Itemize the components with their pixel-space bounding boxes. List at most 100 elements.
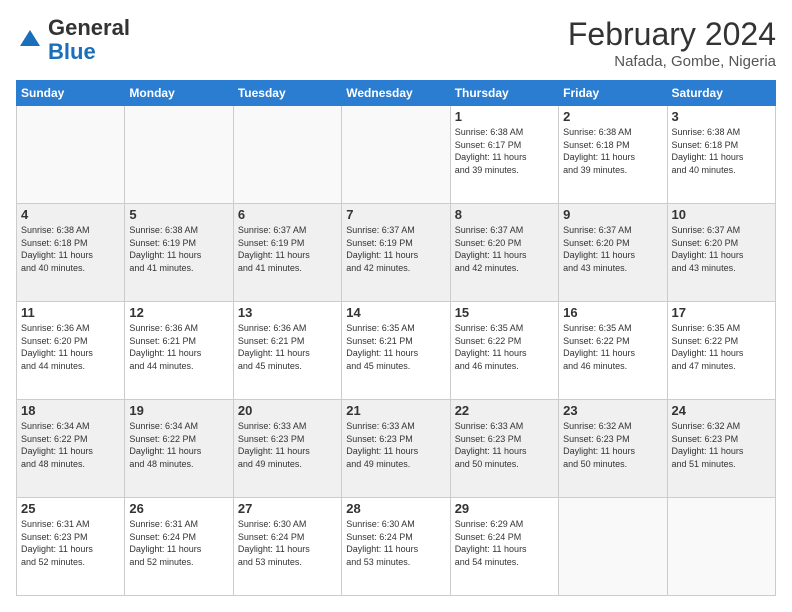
day-info: Sunrise: 6:36 AM Sunset: 6:20 PM Dayligh… (21, 322, 120, 372)
day-info: Sunrise: 6:33 AM Sunset: 6:23 PM Dayligh… (238, 420, 337, 470)
day-info: Sunrise: 6:31 AM Sunset: 6:23 PM Dayligh… (21, 518, 120, 568)
calendar-cell (125, 106, 233, 204)
day-number: 5 (129, 207, 228, 222)
day-number: 24 (672, 403, 771, 418)
day-number: 9 (563, 207, 662, 222)
day-number: 6 (238, 207, 337, 222)
calendar-cell (342, 106, 450, 204)
day-info: Sunrise: 6:33 AM Sunset: 6:23 PM Dayligh… (455, 420, 554, 470)
calendar-cell: 10 Sunrise: 6:37 AM Sunset: 6:20 PM Dayli… (667, 204, 775, 302)
logo-icon (16, 26, 44, 54)
calendar-cell: 21Sunrise: 6:33 AM Sunset: 6:23 PM Dayli… (342, 400, 450, 498)
day-number: 19 (129, 403, 228, 418)
calendar-day-header: Wednesday (342, 81, 450, 106)
calendar-week-row: 4 Sunrise: 6:38 AM Sunset: 6:18 PM Daylig… (17, 204, 776, 302)
day-info: Sunrise: 6:38 AM Sunset: 6:18 PM Dayligh… (672, 126, 771, 176)
calendar-cell (233, 106, 341, 204)
calendar-day-header: Thursday (450, 81, 558, 106)
day-number: 16 (563, 305, 662, 320)
day-info: Sunrise: 6:38 AM Sunset: 6:19 PM Dayligh… (129, 224, 228, 274)
day-number: 13 (238, 305, 337, 320)
day-number: 17 (672, 305, 771, 320)
day-number: 3 (672, 109, 771, 124)
day-number: 22 (455, 403, 554, 418)
day-info: Sunrise: 6:30 AM Sunset: 6:24 PM Dayligh… (346, 518, 445, 568)
calendar-cell: 16 Sunrise: 6:35 AM Sunset: 6:22 PM Dayli… (559, 302, 667, 400)
day-info: Sunrise: 6:32 AM Sunset: 6:23 PM Dayligh… (563, 420, 662, 470)
day-number: 20 (238, 403, 337, 418)
calendar-cell: 26 Sunrise: 6:31 AM Sunset: 6:24 PM Dayli… (125, 498, 233, 596)
calendar-cell: 8Sunrise: 6:37 AM Sunset: 6:20 PM Daylig… (450, 204, 558, 302)
day-number: 10 (672, 207, 771, 222)
day-number: 27 (238, 501, 337, 516)
calendar-cell (559, 498, 667, 596)
day-info: Sunrise: 6:35 AM Sunset: 6:22 PM Dayligh… (672, 322, 771, 372)
day-number: 11 (21, 305, 120, 320)
calendar-cell: 14 Sunrise: 6:35 AM Sunset: 6:21 PM Dayli… (342, 302, 450, 400)
day-number: 8 (455, 207, 554, 222)
day-number: 12 (129, 305, 228, 320)
day-info: Sunrise: 6:31 AM Sunset: 6:24 PM Dayligh… (129, 518, 228, 568)
calendar-cell: 11 Sunrise: 6:36 AM Sunset: 6:20 PM Dayli… (17, 302, 125, 400)
calendar-cell: 13 Sunrise: 6:36 AM Sunset: 6:21 PM Dayli… (233, 302, 341, 400)
day-number: 14 (346, 305, 445, 320)
day-info: Sunrise: 6:36 AM Sunset: 6:21 PM Dayligh… (238, 322, 337, 372)
day-info: Sunrise: 6:37 AM Sunset: 6:20 PM Dayligh… (563, 224, 662, 274)
calendar-cell: 9 Sunrise: 6:37 AM Sunset: 6:20 PM Daylig… (559, 204, 667, 302)
main-title: February 2024 (568, 16, 776, 53)
day-number: 29 (455, 501, 554, 516)
day-info: Sunrise: 6:36 AM Sunset: 6:21 PM Dayligh… (129, 322, 228, 372)
day-info: Sunrise: 6:35 AM Sunset: 6:22 PM Dayligh… (563, 322, 662, 372)
logo-blue-text: Blue (48, 39, 96, 64)
day-number: 4 (21, 207, 120, 222)
logo-general-text: General (48, 15, 130, 40)
day-info: Sunrise: 6:37 AM Sunset: 6:20 PM Dayligh… (672, 224, 771, 274)
calendar-cell: 1 Sunrise: 6:38 AM Sunset: 6:17 PM Daylig… (450, 106, 558, 204)
calendar-week-row: 25 Sunrise: 6:31 AM Sunset: 6:23 PM Dayli… (17, 498, 776, 596)
calendar-cell: 17 Sunrise: 6:35 AM Sunset: 6:22 PM Dayli… (667, 302, 775, 400)
day-info: Sunrise: 6:38 AM Sunset: 6:17 PM Dayligh… (455, 126, 554, 176)
calendar-cell: 7 Sunrise: 6:37 AM Sunset: 6:19 PM Daylig… (342, 204, 450, 302)
calendar-cell: 4 Sunrise: 6:38 AM Sunset: 6:18 PM Daylig… (17, 204, 125, 302)
day-info: Sunrise: 6:34 AM Sunset: 6:22 PM Dayligh… (21, 420, 120, 470)
calendar-header-row: SundayMondayTuesdayWednesdayThursdayFrid… (17, 81, 776, 106)
calendar-cell (667, 498, 775, 596)
calendar-cell: 5 Sunrise: 6:38 AM Sunset: 6:19 PM Daylig… (125, 204, 233, 302)
calendar-cell: 23 Sunrise: 6:32 AM Sunset: 6:23 PM Dayli… (559, 400, 667, 498)
calendar-cell: 28 Sunrise: 6:30 AM Sunset: 6:24 PM Dayli… (342, 498, 450, 596)
title-block: February 2024 Nafada, Gombe, Nigeria (568, 16, 776, 70)
day-info: Sunrise: 6:38 AM Sunset: 6:18 PM Dayligh… (21, 224, 120, 274)
calendar-cell: 2 Sunrise: 6:38 AM Sunset: 6:18 PM Daylig… (559, 106, 667, 204)
calendar-cell: 12 Sunrise: 6:36 AM Sunset: 6:21 PM Dayli… (125, 302, 233, 400)
day-info: Sunrise: 6:32 AM Sunset: 6:23 PM Dayligh… (672, 420, 771, 470)
calendar-cell: 15Sunrise: 6:35 AM Sunset: 6:22 PM Dayli… (450, 302, 558, 400)
day-number: 26 (129, 501, 228, 516)
calendar-day-header: Sunday (17, 81, 125, 106)
day-info: Sunrise: 6:38 AM Sunset: 6:18 PM Dayligh… (563, 126, 662, 176)
calendar-cell: 19Sunrise: 6:34 AM Sunset: 6:22 PM Dayli… (125, 400, 233, 498)
day-info: Sunrise: 6:29 AM Sunset: 6:24 PM Dayligh… (455, 518, 554, 568)
day-info: Sunrise: 6:37 AM Sunset: 6:19 PM Dayligh… (238, 224, 337, 274)
day-number: 28 (346, 501, 445, 516)
day-number: 21 (346, 403, 445, 418)
calendar-day-header: Friday (559, 81, 667, 106)
page: General Blue February 2024 Nafada, Gombe… (0, 0, 792, 612)
day-number: 23 (563, 403, 662, 418)
calendar-day-header: Saturday (667, 81, 775, 106)
calendar-cell: 6 Sunrise: 6:37 AM Sunset: 6:19 PM Daylig… (233, 204, 341, 302)
calendar-cell: 25 Sunrise: 6:31 AM Sunset: 6:23 PM Dayli… (17, 498, 125, 596)
calendar-cell: 29 Sunrise: 6:29 AM Sunset: 6:24 PM Dayli… (450, 498, 558, 596)
calendar-day-header: Tuesday (233, 81, 341, 106)
day-number: 2 (563, 109, 662, 124)
sub-title: Nafada, Gombe, Nigeria (568, 53, 776, 70)
day-info: Sunrise: 6:35 AM Sunset: 6:21 PM Dayligh… (346, 322, 445, 372)
day-info: Sunrise: 6:30 AM Sunset: 6:24 PM Dayligh… (238, 518, 337, 568)
calendar-cell: 20 Sunrise: 6:33 AM Sunset: 6:23 PM Dayli… (233, 400, 341, 498)
day-number: 25 (21, 501, 120, 516)
day-info: Sunrise: 6:35 AM Sunset: 6:22 PM Dayligh… (455, 322, 554, 372)
day-number: 1 (455, 109, 554, 124)
day-info: Sunrise: 6:37 AM Sunset: 6:19 PM Dayligh… (346, 224, 445, 274)
logo: General Blue (16, 16, 130, 64)
day-number: 7 (346, 207, 445, 222)
calendar-cell: 27 Sunrise: 6:30 AM Sunset: 6:24 PM Dayli… (233, 498, 341, 596)
